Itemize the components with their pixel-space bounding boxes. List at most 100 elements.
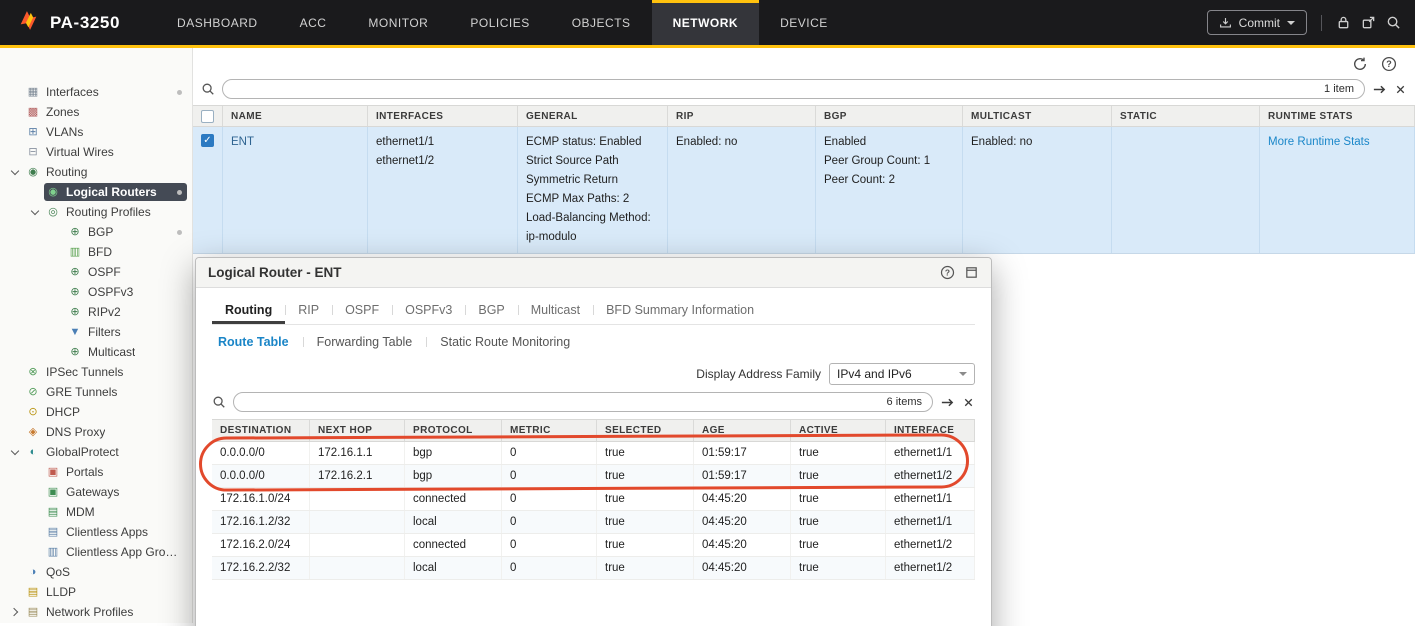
search-text-input[interactable] (233, 81, 1324, 97)
sidebar-item-qos[interactable]: ◑QoS (0, 562, 192, 582)
column-header-multicast[interactable]: MULTICAST (963, 106, 1112, 126)
column-header-interfaces[interactable]: INTERFACES (368, 106, 518, 126)
sidebar-item-label: RIPv2 (88, 305, 121, 319)
route-table-row[interactable]: 172.16.2.2/32local0true04:45:20trueether… (212, 557, 975, 580)
search-clear-icon[interactable] (962, 396, 975, 409)
sidebar-item-multicast[interactable]: ⊕Multicast (0, 342, 192, 362)
sidebar-item-ipsec-tunnels[interactable]: ⊗IPSec Tunnels (0, 362, 192, 382)
tab-policies[interactable]: POLICIES (449, 0, 550, 45)
sidebar-item-routing[interactable]: ◉Routing (0, 162, 192, 182)
tab-rip[interactable]: RIP (285, 296, 332, 324)
subtab-route-table[interactable]: Route Table (212, 333, 303, 351)
column-header-static[interactable]: STATIC (1112, 106, 1260, 126)
search-go-icon[interactable] (1372, 82, 1387, 97)
route-table-row[interactable]: 172.16.1.2/32local0true04:45:20trueether… (212, 511, 975, 534)
tab-network[interactable]: NETWORK (652, 0, 760, 45)
column-header-runtime-stats[interactable]: RUNTIME STATS (1260, 106, 1415, 126)
row-checkbox[interactable] (201, 134, 214, 147)
sidebar-item-logical-routers[interactable]: ◉Logical Routers (0, 182, 192, 202)
sidebar-item-ripv2[interactable]: ⊕RIPv2 (0, 302, 192, 322)
config-lock-icon[interactable] (1336, 15, 1351, 30)
sidebar-item-clientless-app-groups[interactable]: ▥Clientless App Groups (0, 542, 192, 562)
file-transfer-icon[interactable] (1361, 15, 1376, 30)
route-table-row[interactable]: 0.0.0.0/0172.16.1.1bgp0true01:59:17truee… (212, 442, 975, 465)
table-row-ent[interactable]: ENT ethernet1/1 ethernet1/2 ECMP status:… (193, 127, 1415, 254)
search-clear-icon[interactable] (1394, 83, 1407, 96)
sidebar-item-ospf[interactable]: ⊕OSPF (0, 262, 192, 282)
sidebar-item-label: BFD (88, 245, 112, 259)
column-header-age[interactable]: AGE (694, 420, 791, 441)
sidebar-item-network-profiles[interactable]: ▤Network Profiles (0, 602, 192, 622)
router-name-link[interactable]: ENT (231, 136, 254, 148)
column-header-active[interactable]: ACTIVE (791, 420, 886, 441)
route-search-text-input[interactable] (244, 394, 887, 410)
column-header-name[interactable]: NAME (223, 106, 368, 126)
sidebar-item-mdm[interactable]: ▤MDM (0, 502, 192, 522)
sidebar-item-zones[interactable]: ▩Zones (0, 102, 192, 122)
global-find-icon[interactable] (1386, 15, 1401, 30)
dialog-help-icon[interactable]: ? (940, 265, 955, 280)
tab-routing[interactable]: Routing (212, 296, 285, 324)
column-header-protocol[interactable]: PROTOCOL (405, 420, 502, 441)
address-family-select[interactable]: IPv4 and IPv6 (829, 363, 975, 385)
route-table-row[interactable]: 172.16.1.0/24connected0true04:45:20truee… (212, 488, 975, 511)
subtab-static-route-monitoring[interactable]: Static Route Monitoring (426, 333, 584, 351)
chevron-down-icon[interactable] (6, 450, 24, 454)
sidebar-item-node: ⊕OSPFv3 (66, 283, 187, 301)
dialog-titlebar[interactable]: Logical Router - ENT ? (196, 258, 991, 288)
sidebar-item-label: Multicast (88, 345, 135, 359)
tab-monitor[interactable]: MONITOR (347, 0, 449, 45)
tab-objects[interactable]: OBJECTS (551, 0, 652, 45)
column-header-metric[interactable]: METRIC (502, 420, 597, 441)
more-runtime-stats-link[interactable]: More Runtime Stats (1268, 136, 1370, 148)
tab-bgp[interactable]: BGP (465, 296, 517, 324)
chevron-down-icon[interactable] (26, 210, 44, 214)
subtab-forwarding-table[interactable]: Forwarding Table (303, 333, 427, 351)
column-header-interface[interactable]: INTERFACE (886, 420, 975, 441)
chevron-right-icon[interactable] (6, 609, 24, 615)
tab-acc[interactable]: ACC (279, 0, 348, 45)
sidebar-item-globalprotect[interactable]: ◐GlobalProtect (0, 442, 192, 462)
route-table-row[interactable]: 0.0.0.0/0172.16.2.1bgp0true01:59:17truee… (212, 465, 975, 488)
column-header-next-hop[interactable]: NEXT HOP (310, 420, 405, 441)
route-search-input[interactable]: 6 items (233, 392, 933, 412)
route-table-row[interactable]: 172.16.2.0/24connected0true04:45:20truee… (212, 534, 975, 557)
sidebar-item-bgp[interactable]: ⊕BGP (0, 222, 192, 242)
column-header-selected[interactable]: SELECTED (597, 420, 694, 441)
tab-ospfv3[interactable]: OSPFv3 (392, 296, 465, 324)
sidebar-item-gateways[interactable]: ▣Gateways (0, 482, 192, 502)
tab-dashboard[interactable]: DASHBOARD (156, 0, 279, 45)
sidebar-item-dns-proxy[interactable]: ◈DNS Proxy (0, 422, 192, 442)
sidebar-item-routing-profiles[interactable]: ◎Routing Profiles (0, 202, 192, 222)
column-header-rip[interactable]: RIP (668, 106, 816, 126)
tab-bfd-summary[interactable]: BFD Summary Information (593, 296, 767, 324)
sidebar-item-dhcp[interactable]: ⊙DHCP (0, 402, 192, 422)
sidebar-item-portals[interactable]: ▣Portals (0, 462, 192, 482)
dialog-maximize-icon[interactable] (964, 265, 979, 280)
sidebar-item-label: BGP (88, 225, 113, 239)
sidebar-item-filters[interactable]: ▼Filters (0, 322, 192, 342)
column-header-destination[interactable]: DESTINATION (212, 420, 310, 441)
route-cell-metric: 0 (502, 465, 597, 487)
tab-multicast[interactable]: Multicast (518, 296, 593, 324)
tab-device[interactable]: DEVICE (759, 0, 849, 45)
sidebar-item-lldp[interactable]: ▤LLDP (0, 582, 192, 602)
sidebar-item-clientless-apps[interactable]: ▤Clientless Apps (0, 522, 192, 542)
cell-rip: Enabled: no (668, 127, 816, 253)
help-icon[interactable]: ? (1381, 56, 1397, 72)
sidebar-item-bfd[interactable]: ▥BFD (0, 242, 192, 262)
column-header-general[interactable]: GENERAL (518, 106, 668, 126)
sidebar-item-ospfv3[interactable]: ⊕OSPFv3 (0, 282, 192, 302)
commit-button[interactable]: Commit (1207, 10, 1307, 35)
column-header-bgp[interactable]: BGP (816, 106, 963, 126)
sidebar-item-vlans[interactable]: ⊞VLANs (0, 122, 192, 142)
search-input[interactable]: 1 item (222, 79, 1365, 99)
tab-ospf[interactable]: OSPF (332, 296, 392, 324)
select-all-checkbox[interactable] (193, 106, 223, 126)
refresh-icon[interactable] (1352, 56, 1368, 72)
sidebar-item-gre-tunnels[interactable]: ⊘GRE Tunnels (0, 382, 192, 402)
sidebar-item-interfaces[interactable]: ▦Interfaces (0, 82, 192, 102)
sidebar-item-virtual-wires[interactable]: ⊟Virtual Wires (0, 142, 192, 162)
chevron-down-icon[interactable] (6, 170, 24, 174)
search-go-icon[interactable] (940, 395, 955, 410)
